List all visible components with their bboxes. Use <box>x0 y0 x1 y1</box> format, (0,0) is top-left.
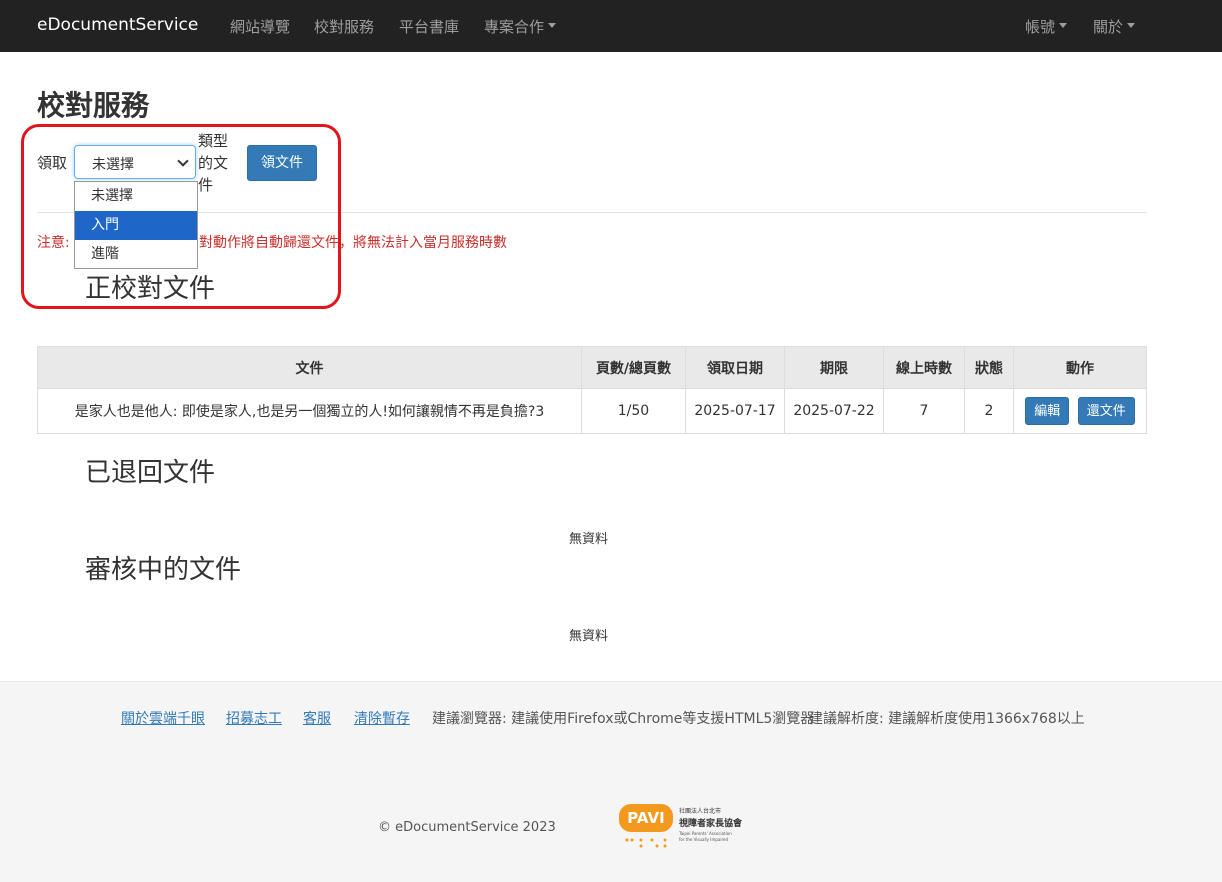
header-claim-date: 領取日期 <box>685 346 785 389</box>
cell-status: 2 <box>964 388 1014 434</box>
footer-resolution-note: 建議解析度: 建議解析度使用1366x768以上 <box>809 711 1085 727</box>
cell-pages: 1/50 <box>581 388 686 434</box>
nav-about-dropdown[interactable]: 關於 <box>1093 16 1136 37</box>
claim-label: 領取 <box>37 154 68 172</box>
option-advanced[interactable]: 進階 <box>75 240 197 269</box>
return-document-button[interactable]: 還文件 <box>1077 397 1135 425</box>
nav-projects-label: 專案合作 <box>484 18 545 36</box>
header-deadline: 期限 <box>784 346 884 389</box>
nav-site-map[interactable]: 網站導覽 <box>230 16 290 37</box>
footer-browser-note: 建議瀏覽器: 建議使用Firefox或Chrome等支援HTML5瀏覽器 <box>432 711 815 727</box>
table-header-row: 文件 頁數/總頁數 領取日期 期限 線上時數 狀態 動作 <box>37 346 1147 389</box>
claim-document-button[interactable]: 領文件 <box>247 145 317 181</box>
option-unselected[interactable]: 未選擇 <box>75 182 197 211</box>
nav-projects-dropdown[interactable]: 專案合作 <box>484 16 557 37</box>
section-title-in-progress: 正校對文件 <box>85 274 216 304</box>
caret-down-icon <box>1059 23 1068 28</box>
returned-no-data: 無資料 <box>569 532 609 547</box>
table-row: 是家人也是他人: 即使是家人,也是另一個獨立的人!如何讓親情不再是負擔?3 1/… <box>37 388 1147 434</box>
edit-button[interactable]: 編輯 <box>1025 397 1070 425</box>
documents-table: 文件 頁數/總頁數 領取日期 期限 線上時數 狀態 動作 是家人也是他人: 即使… <box>37 346 1147 434</box>
top-navbar: eDocumentService 網站導覽 校對服務 平台書庫 專案合作 帳號 … <box>0 0 1222 52</box>
footer-link-clear-cache[interactable]: 清除暫存 <box>354 708 410 728</box>
nav-proofreading[interactable]: 校對服務 <box>314 16 374 37</box>
header-pages: 頁數/總頁數 <box>581 346 686 389</box>
reviewing-no-data: 無資料 <box>569 629 609 644</box>
copyright: © eDocumentService 2023 <box>378 820 556 835</box>
nav-about-label: 關於 <box>1093 18 1124 36</box>
brand-link[interactable]: eDocumentService <box>37 15 198 35</box>
notice-prefix: 注意: <box>37 235 70 251</box>
header-actions: 動作 <box>1013 346 1147 389</box>
type-label-line2: 的文 <box>198 154 229 172</box>
cell-online-hours: 7 <box>883 388 965 434</box>
logo-en-line1: Taipei Parents' Association <box>678 831 732 836</box>
header-document: 文件 <box>37 346 582 389</box>
header-online-hours: 線上時數 <box>883 346 965 389</box>
caret-down-icon <box>1127 23 1136 28</box>
logo-text: PAVI <box>627 809 664 827</box>
logo-org-line2: 視障者家長協會 <box>678 817 743 829</box>
footer-link-about[interactable]: 關於雲端千眼 <box>121 708 205 728</box>
document-type-select[interactable]: 未選擇 <box>74 145 196 179</box>
page-title: 校對服務 <box>37 89 150 122</box>
section-title-returned: 已退回文件 <box>85 458 216 488</box>
option-beginner[interactable]: 入門 <box>75 211 197 240</box>
nav-library[interactable]: 平台書庫 <box>399 16 459 37</box>
type-label-line3: 件 <box>198 176 214 194</box>
caret-down-icon <box>548 23 557 28</box>
section-title-reviewing: 審核中的文件 <box>85 555 242 585</box>
nav-account-dropdown[interactable]: 帳號 <box>1025 16 1068 37</box>
footer: 關於雲端千眼 招募志工 客服 清除暫存 建議瀏覽器: 建議使用Firefox或C… <box>0 681 1222 882</box>
header-status: 狀態 <box>964 346 1014 389</box>
footer-link-support[interactable]: 客服 <box>303 708 331 728</box>
type-label-line1: 類型 <box>198 132 229 150</box>
logo-org-line1: 社團法人台北市 <box>679 807 721 815</box>
select-value: 未選擇 <box>92 157 134 173</box>
notice-text: 對動作將自動歸還文件，將無法計入當月服務時數 <box>199 235 507 251</box>
cell-document-title: 是家人也是他人: 即使是家人,也是另一個獨立的人!如何讓親情不再是負擔?3 <box>37 388 582 434</box>
cell-actions: 編輯 還文件 <box>1013 388 1147 434</box>
divider <box>37 212 1147 213</box>
logo-en-line2: for the Visually Impaired <box>679 837 728 842</box>
cell-deadline: 2025-07-22 <box>784 388 884 434</box>
cell-claim-date: 2025-07-17 <box>685 388 785 434</box>
footer-link-volunteer[interactable]: 招募志工 <box>226 708 282 728</box>
document-type-options: 未選擇 入門 進階 <box>74 181 198 269</box>
pavi-logo: PAVI 社團法人台北市 視障者家長協會 Taipei Parents' Ass… <box>619 802 754 850</box>
chevron-down-icon <box>177 155 189 167</box>
nav-account-label: 帳號 <box>1025 18 1056 36</box>
